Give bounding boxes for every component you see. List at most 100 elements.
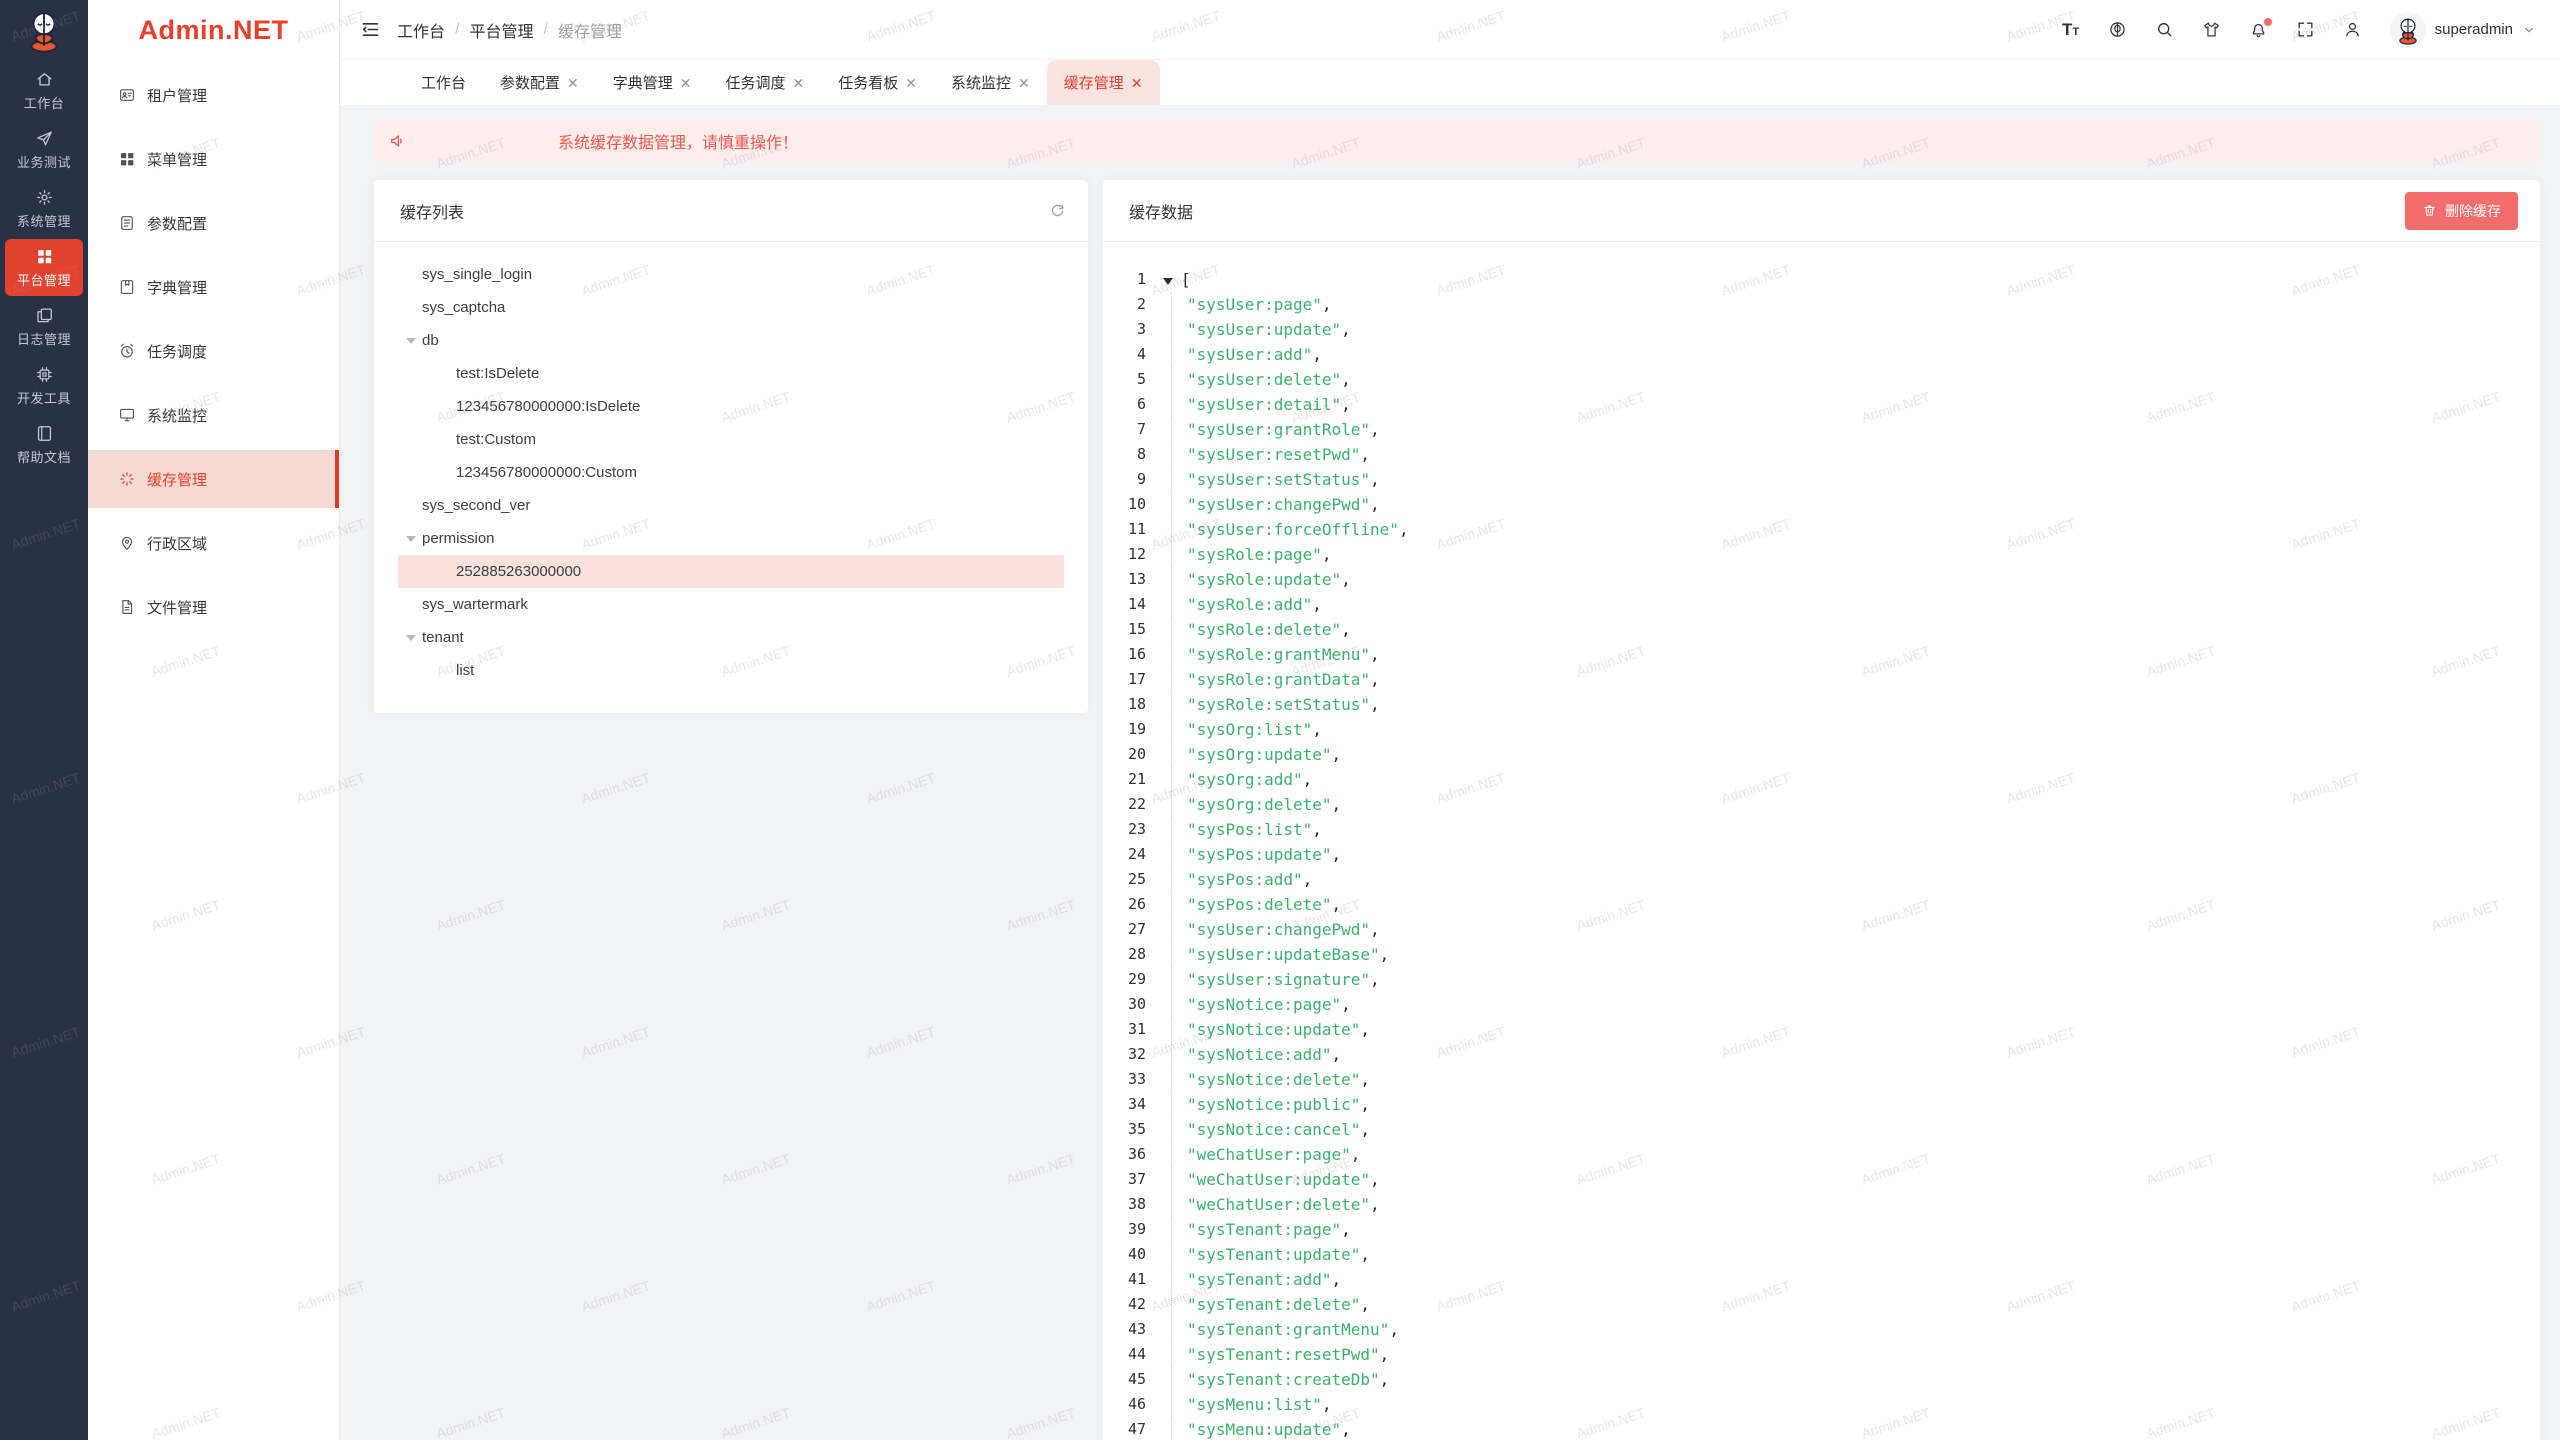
breadcrumb-item-workbench[interactable]: 工作台 bbox=[397, 18, 445, 42]
json-string: sysTenant:page bbox=[1187, 1220, 1341, 1239]
tab-3[interactable]: 任务调度✕ bbox=[709, 60, 822, 105]
fold-caret-icon[interactable] bbox=[1163, 278, 1173, 285]
line-number: 18 bbox=[1121, 692, 1163, 717]
json-string: sysPos:delete bbox=[1187, 895, 1332, 914]
tree-node[interactable]: tenant bbox=[398, 621, 1064, 654]
rail-item-copy[interactable]: 日志管理 bbox=[5, 298, 83, 355]
breadcrumb: 工作台 / 平台管理 / 缓存管理 bbox=[397, 18, 622, 42]
sidebar-item-file[interactable]: 文件管理 bbox=[88, 578, 339, 636]
code-content: sysTenant:page, bbox=[1171, 1217, 1351, 1242]
tree-node-label: sys_captcha bbox=[422, 299, 505, 316]
json-comma: , bbox=[1332, 1045, 1342, 1064]
tree-node[interactable]: 123456780000000:Custom bbox=[398, 456, 1064, 489]
tab-close-icon[interactable]: ✕ bbox=[905, 76, 917, 90]
tab-4[interactable]: 任务看板✕ bbox=[821, 60, 934, 105]
tab-0[interactable]: 工作台 bbox=[404, 60, 483, 105]
tree-node[interactable]: sys_single_login bbox=[398, 258, 1064, 291]
tree-node[interactable]: test:IsDelete bbox=[398, 357, 1064, 390]
tree-node[interactable]: db bbox=[398, 324, 1064, 357]
sidebar-item-grid[interactable]: 菜单管理 bbox=[88, 130, 339, 188]
rail-item-gear[interactable]: 系统管理 bbox=[5, 180, 83, 237]
delete-cache-button[interactable]: 删除缓存 bbox=[2405, 192, 2518, 230]
code-line: 16sysRole:grantMenu, bbox=[1121, 642, 2540, 667]
tab-close-icon[interactable]: ✕ bbox=[680, 76, 692, 90]
sidebar-item-dict[interactable]: 字典管理 bbox=[88, 258, 339, 316]
rail-item-book[interactable]: 帮助文档 bbox=[5, 416, 83, 473]
refresh-icon[interactable] bbox=[1049, 202, 1066, 219]
tree-node[interactable]: sys_second_ver bbox=[398, 489, 1064, 522]
code-line: 26sysPos:delete, bbox=[1121, 892, 2540, 917]
font-size-icon[interactable]: TT bbox=[2061, 20, 2081, 40]
json-string: sysTenant:update bbox=[1187, 1245, 1360, 1264]
rail-item-chip[interactable]: 开发工具 bbox=[5, 357, 83, 414]
line-number: 32 bbox=[1121, 1042, 1163, 1067]
tab-close-icon[interactable]: ✕ bbox=[793, 76, 805, 90]
line-number: 6 bbox=[1121, 392, 1163, 417]
cache-tree: sys_single_login sys_captchadb test:IsDele… bbox=[374, 242, 1088, 703]
user-menu[interactable]: superadmin bbox=[2390, 12, 2536, 48]
json-comma: , bbox=[1360, 1295, 1370, 1314]
tree-node[interactable]: list bbox=[398, 654, 1064, 687]
sidebar-item-docline[interactable]: 参数配置 bbox=[88, 194, 339, 252]
line-number: 1 bbox=[1121, 267, 1163, 292]
line-number: 28 bbox=[1121, 942, 1163, 967]
tab-6[interactable]: 缓存管理✕ bbox=[1047, 60, 1160, 105]
sidebar-item-monitor[interactable]: 系统监控 bbox=[88, 386, 339, 444]
code-line: 14sysRole:add, bbox=[1121, 592, 2540, 617]
tab-bar: 工作台参数配置✕字典管理✕任务调度✕任务看板✕系统监控✕缓存管理✕ bbox=[340, 60, 2560, 105]
tree-node[interactable]: sys_captcha bbox=[398, 291, 1064, 324]
tab-1[interactable]: 参数配置✕ bbox=[483, 60, 596, 105]
tree-expand-icon[interactable] bbox=[406, 536, 422, 542]
clock-icon bbox=[118, 342, 136, 360]
sidebar-item-burst[interactable]: 缓存管理 bbox=[88, 450, 339, 508]
line-number: 34 bbox=[1121, 1092, 1163, 1117]
sidebar-item-idcard[interactable]: 租户管理 bbox=[88, 66, 339, 124]
fullscreen-icon[interactable] bbox=[2296, 20, 2316, 40]
tab-5[interactable]: 系统监控✕ bbox=[934, 60, 1047, 105]
json-string: sysRole:grantMenu bbox=[1187, 645, 1370, 664]
json-comma: , bbox=[1332, 745, 1342, 764]
tree-node[interactable]: sys_wartermark bbox=[398, 588, 1064, 621]
code-content: sysNotice:add, bbox=[1171, 1042, 1341, 1067]
json-string: weChatUser:delete bbox=[1187, 1195, 1370, 1214]
sidebar-item-location[interactable]: 行政区域 bbox=[88, 514, 339, 572]
app-logo[interactable] bbox=[0, 0, 88, 60]
code-line: 15sysRole:delete, bbox=[1121, 617, 2540, 642]
notification-bell-icon[interactable] bbox=[2249, 20, 2269, 40]
rail-item-label: 系统管理 bbox=[5, 211, 83, 230]
json-string: sysNotice:cancel bbox=[1187, 1120, 1360, 1139]
code-line: 27sysUser:changePwd, bbox=[1121, 917, 2540, 942]
breadcrumb-item-platform[interactable]: 平台管理 bbox=[469, 18, 533, 42]
sidebar-item-clock[interactable]: 任务调度 bbox=[88, 322, 339, 380]
line-number: 47 bbox=[1121, 1417, 1163, 1440]
rail-item-label: 开发工具 bbox=[5, 388, 83, 407]
tree-node[interactable]: 252885263000000 bbox=[398, 555, 1064, 588]
tree-node[interactable]: 123456780000000:IsDelete bbox=[398, 390, 1064, 423]
tab-close-icon[interactable]: ✕ bbox=[567, 76, 579, 90]
language-icon[interactable] bbox=[2108, 20, 2128, 40]
tree-node[interactable]: test:Custom bbox=[398, 423, 1064, 456]
rail-item-label: 日志管理 bbox=[5, 329, 83, 348]
tree-expand-icon[interactable] bbox=[406, 338, 422, 344]
search-icon[interactable] bbox=[2155, 20, 2175, 40]
menu-fold-icon[interactable] bbox=[360, 19, 381, 40]
tab-close-icon[interactable]: ✕ bbox=[1018, 76, 1030, 90]
tab-2[interactable]: 字典管理✕ bbox=[596, 60, 709, 105]
line-number: 10 bbox=[1121, 492, 1163, 517]
theme-skin-icon[interactable] bbox=[2202, 20, 2222, 40]
json-comma: , bbox=[1312, 820, 1322, 839]
tab-close-icon[interactable]: ✕ bbox=[1131, 76, 1143, 90]
tree-node-label: permission bbox=[422, 530, 495, 547]
tree-node-label: db bbox=[422, 332, 439, 349]
rail-item-grid[interactable]: 平台管理 bbox=[5, 239, 83, 296]
tree-node[interactable]: permission bbox=[398, 522, 1064, 555]
profile-icon[interactable] bbox=[2343, 20, 2363, 40]
line-number: 39 bbox=[1121, 1217, 1163, 1242]
code-line: 20sysOrg:update, bbox=[1121, 742, 2540, 767]
rail-item-home[interactable]: 工作台 bbox=[5, 62, 83, 119]
rail-item-send[interactable]: 业务测试 bbox=[5, 121, 83, 178]
chip-icon bbox=[5, 365, 83, 385]
line-number: 42 bbox=[1121, 1292, 1163, 1317]
line-number: 22 bbox=[1121, 792, 1163, 817]
tree-expand-icon[interactable] bbox=[406, 635, 422, 641]
